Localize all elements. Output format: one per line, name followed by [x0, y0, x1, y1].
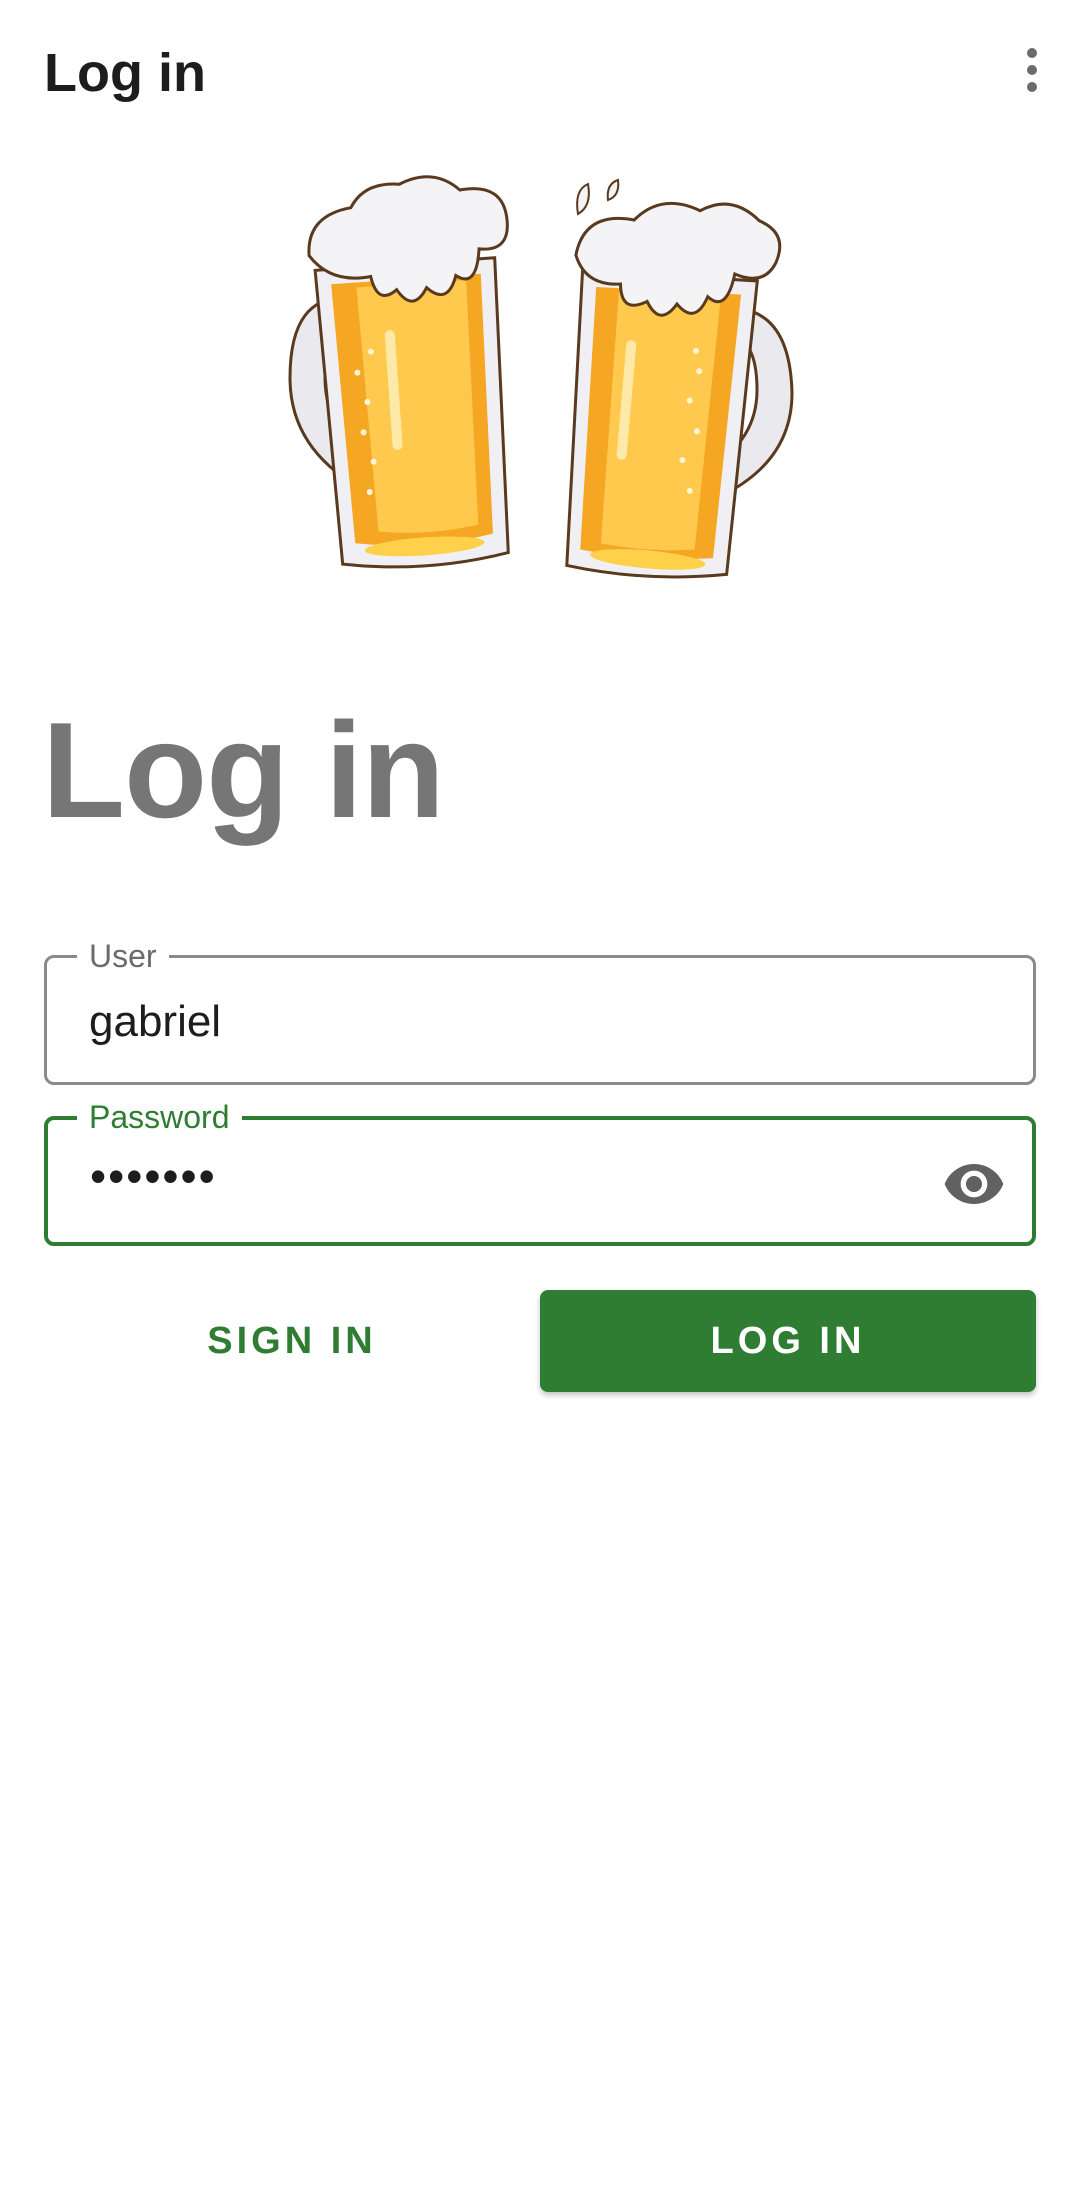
app-bar: Log in	[0, 0, 1080, 148]
toggle-password-visibility-button[interactable]	[938, 1148, 1010, 1220]
eye-icon	[944, 1164, 1004, 1204]
password-input[interactable]: •••••••	[90, 1148, 217, 1204]
user-input[interactable]: gabriel	[89, 994, 221, 1050]
app-title: Log in	[44, 43, 206, 103]
sign-in-button[interactable]: SIGN IN	[44, 1290, 540, 1392]
user-field[interactable]: User gabriel	[44, 936, 1036, 1085]
beer-mugs-illustration	[240, 168, 840, 598]
more-vert-icon	[1027, 48, 1037, 92]
password-field-label: Password	[77, 1097, 242, 1137]
log-in-button[interactable]: LOG IN	[540, 1290, 1036, 1392]
password-field[interactable]: Password •••••••	[44, 1097, 1036, 1246]
user-field-label: User	[77, 936, 169, 976]
overflow-menu-button[interactable]	[984, 30, 1080, 110]
page-heading: Log in	[42, 694, 445, 846]
